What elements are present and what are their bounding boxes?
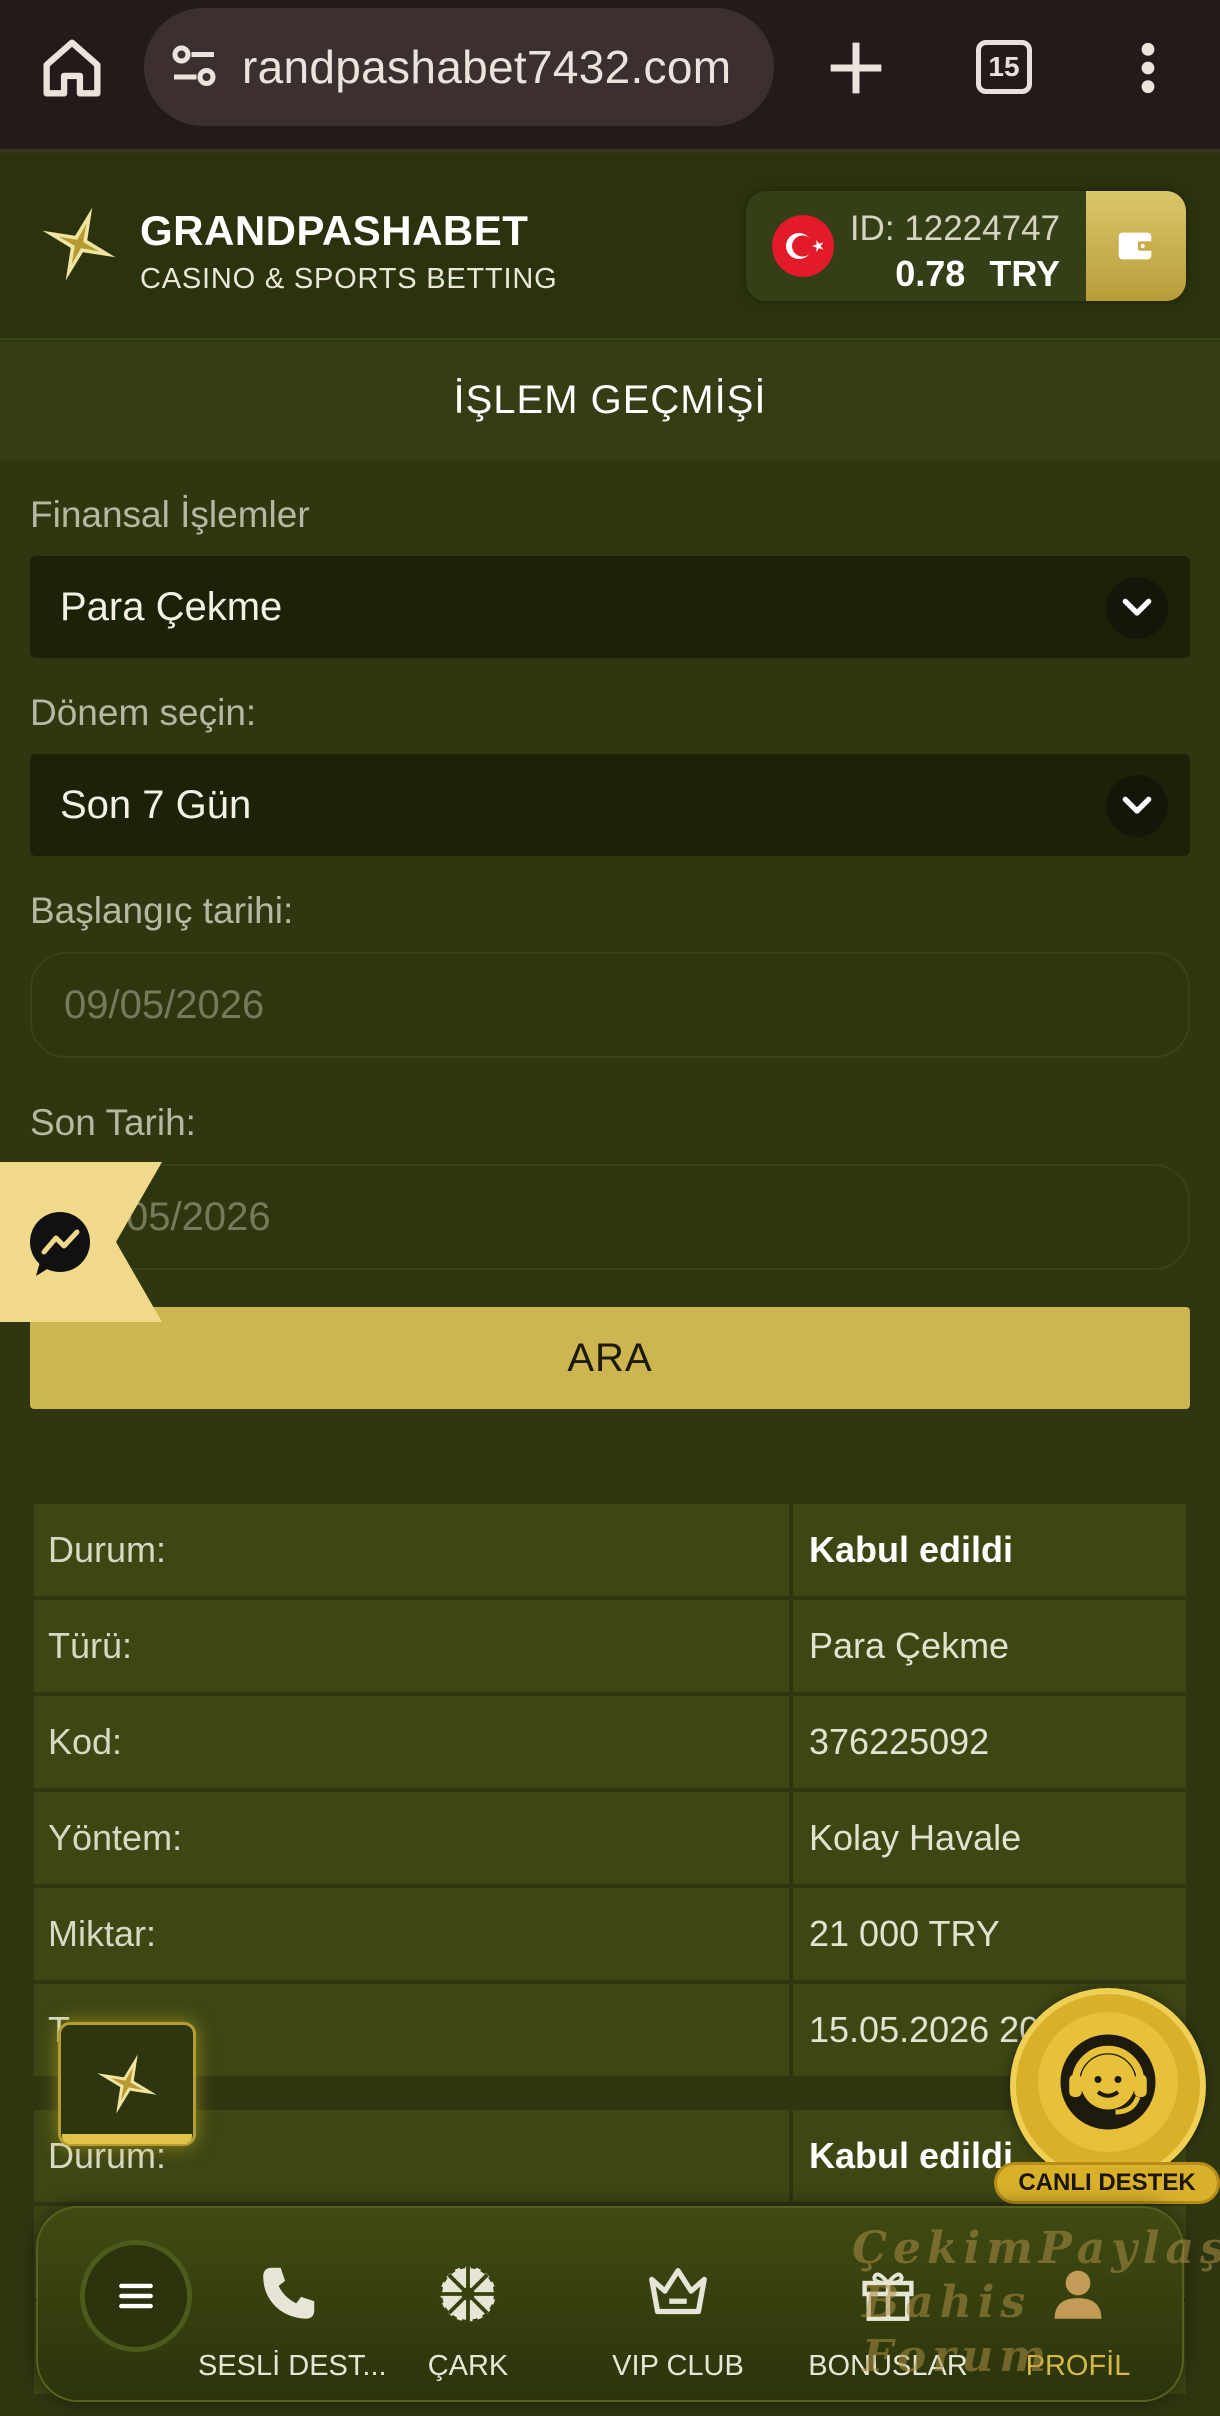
new-tab-icon[interactable] bbox=[818, 30, 894, 106]
row-value: 376225092 bbox=[793, 1696, 1186, 1788]
row-label: Yöntem: bbox=[34, 1792, 789, 1884]
table-row: Yöntem: Kolay Havale bbox=[34, 1790, 1186, 1886]
nav-voice-support[interactable]: SESLİ DEST... bbox=[198, 2208, 387, 2404]
transaction-type-value: Para Çekme bbox=[60, 585, 283, 629]
end-date-field[interactable]: 05/2026 bbox=[30, 1164, 1190, 1270]
nav-label: BONUSLAR bbox=[808, 2350, 968, 2382]
nav-label: ÇARK bbox=[427, 2350, 509, 2382]
messenger-ribbon[interactable] bbox=[0, 1162, 162, 1322]
menu-dots-icon[interactable] bbox=[1126, 36, 1170, 100]
brand-name: GRANDPASHABET bbox=[140, 207, 529, 254]
row-value: Kabul edildi bbox=[793, 1504, 1186, 1596]
site-header: GRANDPASHABET CASINO & SPORTS BETTING ID… bbox=[0, 155, 1220, 340]
turkey-flag-icon bbox=[772, 215, 834, 277]
period-label: Dönem seçin: bbox=[30, 692, 257, 733]
row-label: Miktar: bbox=[34, 1888, 789, 1980]
tab-switcher-icon[interactable]: 15 bbox=[976, 40, 1032, 94]
row-label: Durum: bbox=[34, 1504, 789, 1596]
hamburger-icon bbox=[119, 2283, 153, 2309]
table-row: Miktar: 21 000 TRY bbox=[34, 1886, 1186, 1982]
table-row: Kod: 376225092 bbox=[34, 1694, 1186, 1790]
period-value: Son 7 Gün bbox=[60, 783, 252, 827]
nav-vip-club[interactable]: VIP CLUB bbox=[598, 2208, 758, 2404]
search-button[interactable]: ARA bbox=[30, 1307, 1190, 1409]
logo-star-icon[interactable] bbox=[36, 201, 122, 287]
url-text[interactable]: randpashabet7432.com bbox=[242, 40, 731, 94]
row-label: Türü: bbox=[34, 1600, 789, 1692]
row-value: 21 000 TRY bbox=[793, 1888, 1186, 1980]
start-date-field[interactable]: 09/05/2026 bbox=[30, 952, 1190, 1058]
wallet-button[interactable] bbox=[1086, 191, 1186, 301]
account-balance-panel[interactable]: ID: 12224747 0.78 TRY bbox=[746, 191, 1186, 301]
crown-icon bbox=[640, 2256, 716, 2332]
row-value: Kolay Havale bbox=[793, 1792, 1186, 1884]
wheel-icon bbox=[430, 2256, 506, 2332]
table-row: Türü: Para Çekme bbox=[34, 1598, 1186, 1694]
phone-icon bbox=[250, 2256, 326, 2332]
hamburger-menu-button[interactable] bbox=[80, 2240, 192, 2352]
casino-star-button[interactable] bbox=[58, 2022, 196, 2146]
brand-logo[interactable]: GRANDPASHABET CASINO & SPORTS BETTING bbox=[140, 207, 558, 296]
transaction-type-label: Finansal İşlemler bbox=[30, 494, 310, 535]
nav-wheel[interactable]: ÇARK bbox=[398, 2208, 538, 2404]
home-icon[interactable] bbox=[34, 30, 110, 106]
chevron-down-icon[interactable] bbox=[1106, 775, 1168, 837]
nav-profile[interactable]: PROFİL bbox=[998, 2208, 1158, 2404]
period-select[interactable]: Son 7 Gün bbox=[30, 754, 1190, 856]
nav-bonuses[interactable]: BONUSLAR bbox=[808, 2208, 968, 2404]
nav-label: VIP CLUB bbox=[612, 2350, 744, 2382]
wallet-icon bbox=[1118, 232, 1154, 260]
account-id: ID: 12224747 bbox=[849, 209, 1060, 248]
headset-agent-icon bbox=[1060, 2034, 1156, 2130]
page-title: İŞLEM GEÇMİŞİ bbox=[0, 342, 1220, 460]
table-row: Durum: Kabul edildi bbox=[34, 1502, 1186, 1598]
user-icon bbox=[1040, 2256, 1116, 2332]
address-bar[interactable]: randpashabet7432.com bbox=[144, 8, 774, 126]
balance-amount: 0.78 bbox=[895, 253, 966, 294]
nav-label: PROFİL bbox=[1025, 2350, 1131, 2382]
browser-toolbar: randpashabet7432.com 15 bbox=[0, 0, 1220, 152]
star-logo-icon bbox=[97, 2054, 157, 2114]
gift-icon bbox=[850, 2256, 926, 2332]
row-label: Kod: bbox=[34, 1696, 789, 1788]
live-support-label[interactable]: CANLI DESTEK bbox=[994, 2162, 1220, 2204]
row-value: Para Çekme bbox=[793, 1600, 1186, 1692]
chevron-down-icon[interactable] bbox=[1106, 577, 1168, 639]
casino-star-button-edge bbox=[62, 2134, 192, 2144]
end-date-label: Son Tarih: bbox=[30, 1102, 196, 1143]
start-date-label: Başlangıç tarihi: bbox=[30, 890, 294, 931]
transaction-card: Durum: Kabul edildi Türü: Para Çekme Kod: 3… bbox=[34, 1502, 1186, 2078]
live-support-button[interactable] bbox=[1010, 1988, 1206, 2184]
transaction-type-select[interactable]: Para Çekme bbox=[30, 556, 1190, 658]
start-date-value: 09/05/2026 bbox=[64, 983, 265, 1027]
bottom-navigation: SESLİ DEST... ÇARK VIP CLUB BONUSLAR PRO… bbox=[36, 2206, 1184, 2402]
balance-display: 0.78 TRY bbox=[895, 253, 1060, 295]
balance-currency: TRY bbox=[989, 253, 1060, 294]
brand-tagline: CASINO & SPORTS BETTING bbox=[140, 263, 558, 295]
site-settings-icon[interactable] bbox=[164, 37, 224, 97]
nav-label: SESLİ DEST... bbox=[198, 2350, 387, 2382]
